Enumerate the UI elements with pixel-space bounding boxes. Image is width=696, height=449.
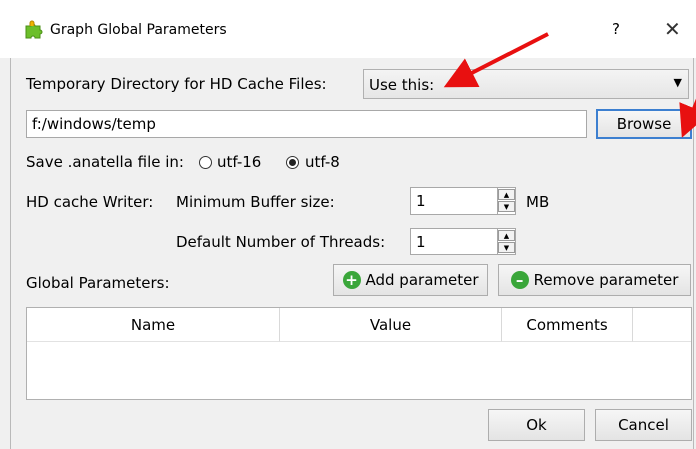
temp-dir-label: Temporary Directory for HD Cache Files: [26, 75, 327, 93]
spin-down-icon[interactable]: ▼ [498, 201, 515, 212]
radio-utf16[interactable] [199, 156, 212, 169]
save-encoding-label: Save .anatella file in: [26, 153, 184, 171]
column-header-comments[interactable]: Comments [502, 308, 633, 342]
plus-icon: + [342, 271, 361, 289]
browse-button[interactable]: Browse [596, 109, 692, 139]
spin-down-icon[interactable]: ▼ [498, 242, 515, 253]
temp-dir-combo[interactable]: Use this: ▼ [363, 69, 689, 99]
threads-spinbox[interactable]: 1 ▲ ▼ [410, 228, 516, 255]
minus-icon: – [510, 271, 529, 289]
parameters-table[interactable]: Name Value Comments [26, 307, 692, 400]
column-header-name[interactable]: Name [27, 308, 280, 342]
column-header-value[interactable]: Value [280, 308, 502, 342]
temp-dir-path-value: f:/windows/temp [32, 115, 156, 133]
remove-parameter-button[interactable]: – Remove parameter [498, 264, 691, 296]
radio-utf16-label[interactable]: utf-16 [217, 153, 261, 171]
column-header-filler [633, 308, 691, 342]
cancel-button[interactable]: Cancel [595, 409, 692, 441]
buffer-unit-label: MB [526, 193, 550, 211]
remove-parameter-label: Remove parameter [533, 271, 679, 289]
spin-up-icon[interactable]: ▲ [498, 230, 515, 241]
threads-label: Default Number of Threads: [176, 233, 386, 251]
cache-writer-label: HD cache Writer: [26, 193, 154, 211]
buffer-size-label: Minimum Buffer size: [176, 193, 335, 211]
window-border-right [693, 58, 694, 449]
chevron-down-icon: ▼ [673, 76, 682, 89]
add-parameter-label: Add parameter [365, 271, 479, 289]
spin-up-icon[interactable]: ▲ [498, 189, 515, 200]
app-puzzle-icon [25, 20, 43, 39]
window-title: Graph Global Parameters [50, 22, 227, 38]
threads-value: 1 [416, 233, 426, 251]
temp-dir-path-input[interactable]: f:/windows/temp [26, 110, 587, 138]
buffer-size-spin[interactable]: ▲ ▼ [497, 188, 515, 214]
temp-dir-combo-value: Use this: [369, 76, 435, 94]
add-parameter-button[interactable]: + Add parameter [333, 264, 488, 296]
help-button[interactable]: ? [612, 20, 620, 38]
window-border-left [10, 58, 11, 449]
threads-spin[interactable]: ▲ ▼ [497, 229, 515, 254]
close-button[interactable]: ✕ [664, 17, 681, 41]
radio-utf8-label[interactable]: utf-8 [305, 153, 340, 171]
ok-button[interactable]: Ok [488, 409, 585, 441]
buffer-size-spinbox[interactable]: 1 ▲ ▼ [410, 187, 516, 215]
buffer-size-value: 1 [416, 192, 426, 210]
radio-utf8[interactable] [286, 156, 299, 169]
global-params-label: Global Parameters: [26, 274, 170, 292]
